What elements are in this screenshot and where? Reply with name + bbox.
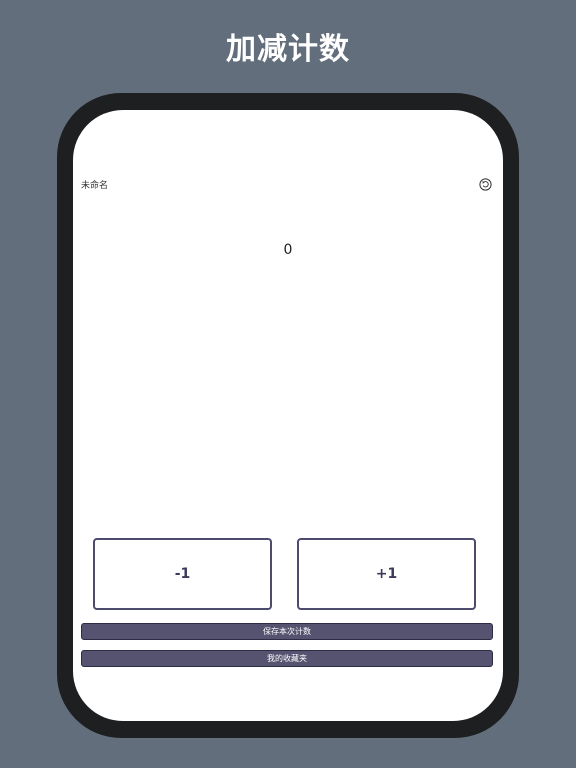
- increment-label: +1: [375, 566, 398, 582]
- page-headline: 加减计数: [226, 32, 350, 67]
- favorites-label: 我的收藏夹: [267, 654, 307, 663]
- favorites-button[interactable]: 我的收藏夹: [81, 650, 493, 667]
- reset-icon: [479, 178, 492, 191]
- app-screen: 未命名 0 -1 +1 保存本次计数 我的收藏夹: [73, 110, 503, 721]
- increment-button[interactable]: +1: [297, 538, 476, 610]
- device-frame: 未命名 0 -1 +1 保存本次计数 我的收藏夹: [57, 93, 519, 738]
- decrement-button[interactable]: -1: [93, 538, 272, 610]
- count-value: 0: [283, 242, 293, 258]
- counter-name[interactable]: 未命名: [81, 179, 108, 193]
- save-count-label: 保存本次计数: [263, 627, 311, 636]
- reset-button[interactable]: [479, 178, 492, 191]
- save-count-button[interactable]: 保存本次计数: [81, 623, 493, 640]
- decrement-label: -1: [174, 566, 191, 582]
